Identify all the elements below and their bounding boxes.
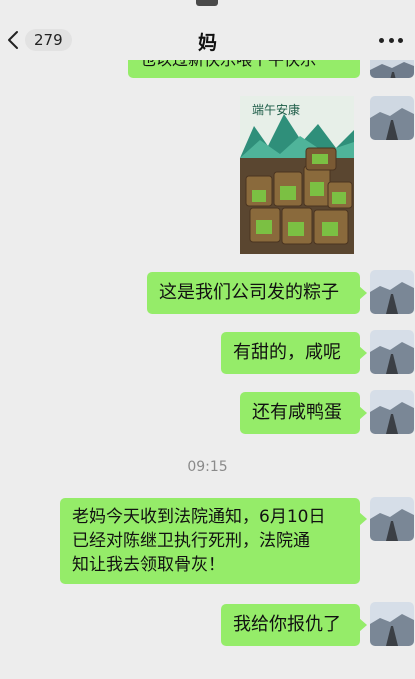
chat-message-area[interactable]: 也以过新快乐喂个平快乐 端午安康 <box>0 0 415 679</box>
avatar-self[interactable] <box>370 270 414 314</box>
photo-message[interactable]: 端午安康 <box>240 96 354 254</box>
message-text-line: 知让我去领取骨灰！ <box>72 555 225 575</box>
message-bubble[interactable]: 这是我们公司发的粽子 <box>147 272 367 314</box>
message-text-line: 已经对陈继卫执行死刑，法院通 <box>72 531 310 551</box>
message-text: 我给你报仇了 <box>233 614 341 635</box>
chat-header: 279 妈 <box>0 0 415 60</box>
avatar-self[interactable] <box>370 330 414 374</box>
message-text-line: 老妈今天收到法院通知，6月10日 <box>72 507 326 527</box>
dot-icon <box>398 37 403 43</box>
avatar-self[interactable] <box>370 390 414 434</box>
dot-icon <box>388 37 394 43</box>
photo-banner-text: 端午安康 <box>252 102 300 117</box>
more-options-button[interactable] <box>379 36 403 44</box>
message-bubble[interactable]: 有甜的，咸呢 <box>221 332 367 374</box>
message-bubble[interactable]: 还有咸鸭蛋 <box>240 392 367 434</box>
dot-icon <box>379 37 384 43</box>
message-text: 还有咸鸭蛋 <box>252 402 342 423</box>
message-bubble[interactable]: 老妈今天收到法院通知，6月10日 已经对陈继卫执行死刑，法院通 知让我去领取骨灰… <box>60 498 367 584</box>
status-bar-notch <box>196 0 218 6</box>
zongzi-gift-photo-icon: 端午安康 <box>240 96 354 254</box>
avatar-self[interactable] <box>370 96 414 140</box>
message-bubble[interactable]: 我给你报仇了 <box>221 604 367 646</box>
avatar-self[interactable] <box>370 602 414 646</box>
avatar-self[interactable] <box>370 497 414 541</box>
message-timestamp: 09:15 <box>187 459 228 475</box>
message-text: 这是我们公司发的粽子 <box>159 282 339 303</box>
chat-title: 妈 <box>197 32 217 54</box>
message-text: 有甜的，咸呢 <box>233 342 341 363</box>
